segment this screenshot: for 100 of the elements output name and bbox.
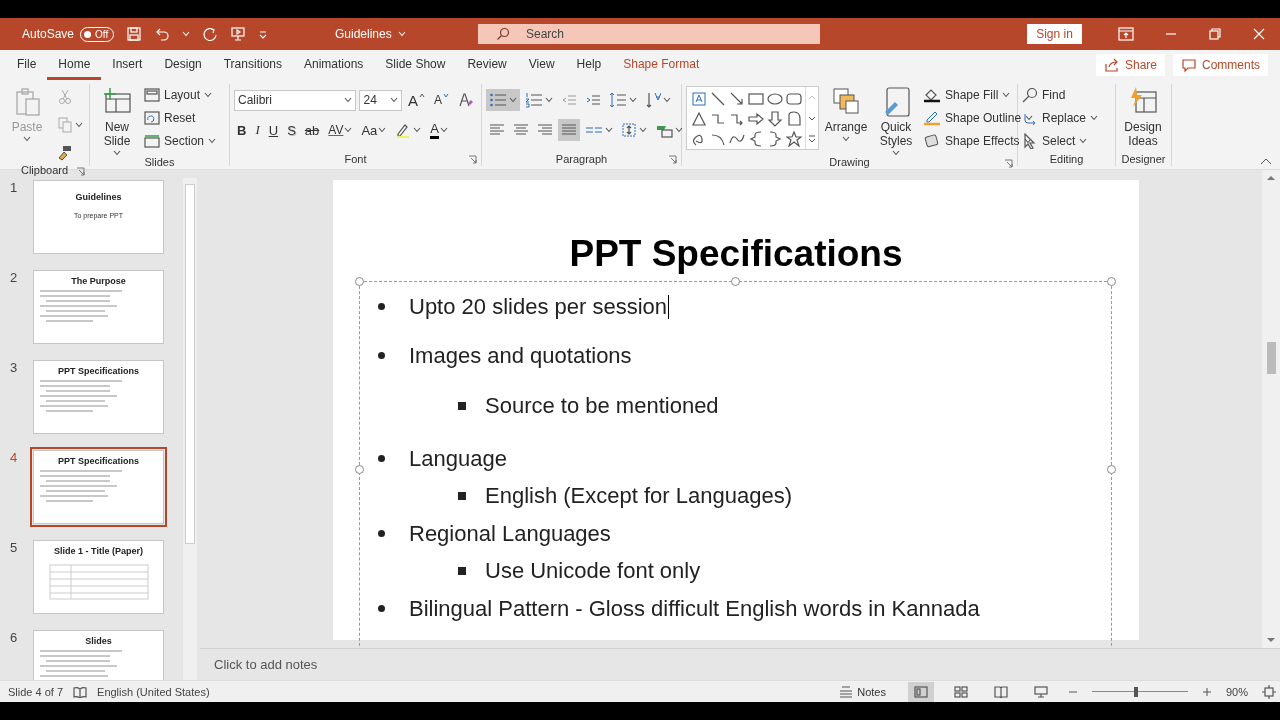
- increase-indent-icon: [585, 92, 601, 108]
- autosave-label: AutoSave: [22, 27, 75, 41]
- fit-slide-icon: [1262, 684, 1276, 699]
- ribbon-tab[interactable]: View: [517, 50, 566, 80]
- align-center-icon: [513, 122, 529, 138]
- ribbon-button[interactable]: Layout: [144, 84, 217, 105]
- ribbon-tab[interactable]: Insert: [101, 50, 154, 80]
- format-button[interactable]: Aa: [358, 119, 390, 141]
- view-button[interactable]: [907, 681, 934, 702]
- scrollbar[interactable]: [1262, 170, 1280, 648]
- scrollbar-thumb[interactable]: [185, 184, 195, 544]
- ribbon-button[interactable]: Arrange: [823, 84, 869, 142]
- ribbon-tab[interactable]: File: [6, 50, 48, 80]
- line-icon: [709, 91, 726, 107]
- slide-number: 2: [9, 270, 19, 285]
- ribbon-button[interactable]: Shape Effects: [923, 130, 1034, 151]
- notes-icon: [839, 685, 854, 698]
- slide-number: 4: [9, 450, 19, 465]
- layout-icon: [144, 87, 160, 102]
- arrow-icon: [728, 91, 745, 107]
- group-label: Slides: [144, 156, 175, 168]
- shape-button[interactable]: [784, 129, 803, 149]
- thumbnail-text-line: [46, 390, 111, 392]
- ribbon-button[interactable]: New Slide: [94, 84, 140, 156]
- language-label[interactable]: English (United States): [97, 685, 210, 698]
- dialog-launcher-icon[interactable]: [1004, 159, 1013, 168]
- format-button[interactable]: S: [284, 119, 299, 141]
- elbow-arrow-icon: [728, 111, 745, 127]
- cut-icon: [57, 89, 73, 105]
- thumbnail-text-line: [46, 410, 93, 412]
- resize-handle[interactable]: [355, 277, 364, 286]
- ribbon-tab[interactable]: Design: [153, 50, 213, 80]
- star-icon: [785, 131, 802, 147]
- ribbon-button[interactable]: Quick Styles: [873, 84, 919, 156]
- ribbon-button[interactable]: Reset: [144, 107, 217, 128]
- right-arrow-icon: [747, 111, 764, 127]
- dialog-launcher-icon[interactable]: [468, 155, 477, 164]
- thumbnail-text-line: [46, 310, 105, 312]
- resize-handle[interactable]: [1107, 465, 1116, 474]
- zoom-level[interactable]: 90%: [1225, 685, 1248, 698]
- ribbon-tab[interactable]: Animations: [293, 50, 375, 80]
- justify-icon: [561, 122, 577, 138]
- resize-handle[interactable]: [731, 277, 740, 286]
- elbow-connector-icon: [709, 111, 726, 127]
- bullet-icon: [458, 566, 466, 575]
- format-button[interactable]: ab: [301, 119, 323, 141]
- format-button[interactable]: A: [427, 119, 451, 141]
- document-title: Guidelines: [335, 27, 392, 41]
- slide-thumbnail[interactable]: The Purpose: [33, 270, 164, 344]
- caret-icon: [389, 97, 398, 103]
- comments-button[interactable]: Comments: [1173, 54, 1268, 76]
- slide-thumbnail[interactable]: PPT Specifications: [33, 360, 164, 434]
- ribbon-tab[interactable]: Transitions: [212, 50, 293, 80]
- format-button[interactable]: AV: [325, 119, 356, 141]
- slide-thumbnail[interactable]: PPT Specifications: [33, 450, 164, 524]
- ribbon-tab[interactable]: Review: [456, 50, 518, 80]
- share-button[interactable]: Share: [1095, 54, 1165, 76]
- bullet-icon: [378, 455, 385, 462]
- dialog-launcher-icon[interactable]: [668, 155, 677, 164]
- scrollbar-thumb[interactable]: [1266, 342, 1276, 374]
- ribbon-button[interactable]: Section: [144, 130, 217, 151]
- shape-button[interactable]: [689, 89, 708, 109]
- format-button[interactable]: I: [252, 119, 263, 141]
- thumbnail-text-line: [40, 655, 111, 657]
- slide-counter: Slide 4 of 7: [8, 685, 64, 698]
- share-icon: [1103, 57, 1120, 73]
- ribbon-button[interactable]: Design Ideas: [1120, 84, 1166, 148]
- bullet-icon: [378, 303, 385, 310]
- redo-icon: [202, 26, 219, 42]
- search-field[interactable]: Search: [524, 25, 804, 43]
- font-size-field[interactable]: 24: [359, 89, 402, 111]
- notes-field[interactable]: Click to add notes: [212, 656, 512, 673]
- ribbon-tab[interactable]: Shape Format: [612, 50, 711, 80]
- slide-thumbnail[interactable]: Slide 1 - Title (Paper): [33, 540, 164, 614]
- bullet-text: Bilingual Pattern - Gloss difficult English words in Kannada: [409, 595, 980, 622]
- format-button[interactable]: A: [431, 89, 452, 111]
- more-icon: [806, 133, 818, 145]
- scrollbar[interactable]: [183, 178, 197, 680]
- thumbnail-title: Slide 1 - Title (Paper): [54, 546, 143, 556]
- ribbon-tab[interactable]: Slide Show: [374, 50, 457, 80]
- zoom-slider-thumb[interactable]: [1134, 686, 1139, 697]
- format-button[interactable]: A: [404, 89, 428, 111]
- font-name-field[interactable]: Calibri: [234, 89, 357, 111]
- format-button[interactable]: B: [234, 119, 250, 141]
- bullet-text: Source to be mentioned: [485, 392, 719, 419]
- format-painter-icon: [57, 145, 73, 161]
- sign-in-button[interactable]: Sign in: [1027, 24, 1082, 44]
- notes-button[interactable]: Notes: [839, 685, 886, 698]
- shape-button[interactable]: [765, 109, 784, 129]
- shape-gallery[interactable]: [686, 86, 819, 150]
- format-button[interactable]: U: [265, 119, 282, 141]
- thumbnail-title: Slides: [85, 636, 112, 646]
- resize-handle[interactable]: [355, 465, 364, 474]
- ribbon-tab[interactable]: Help: [565, 50, 613, 80]
- search-box[interactable]: Search: [478, 24, 820, 44]
- resize-handle[interactable]: [1107, 277, 1116, 286]
- bullet-text: English (Except for Languages): [485, 482, 792, 509]
- close-icon: [1252, 27, 1266, 41]
- dialog-launcher-icon[interactable]: [76, 167, 85, 176]
- slide-thumbnail[interactable]: Slides: [33, 630, 164, 680]
